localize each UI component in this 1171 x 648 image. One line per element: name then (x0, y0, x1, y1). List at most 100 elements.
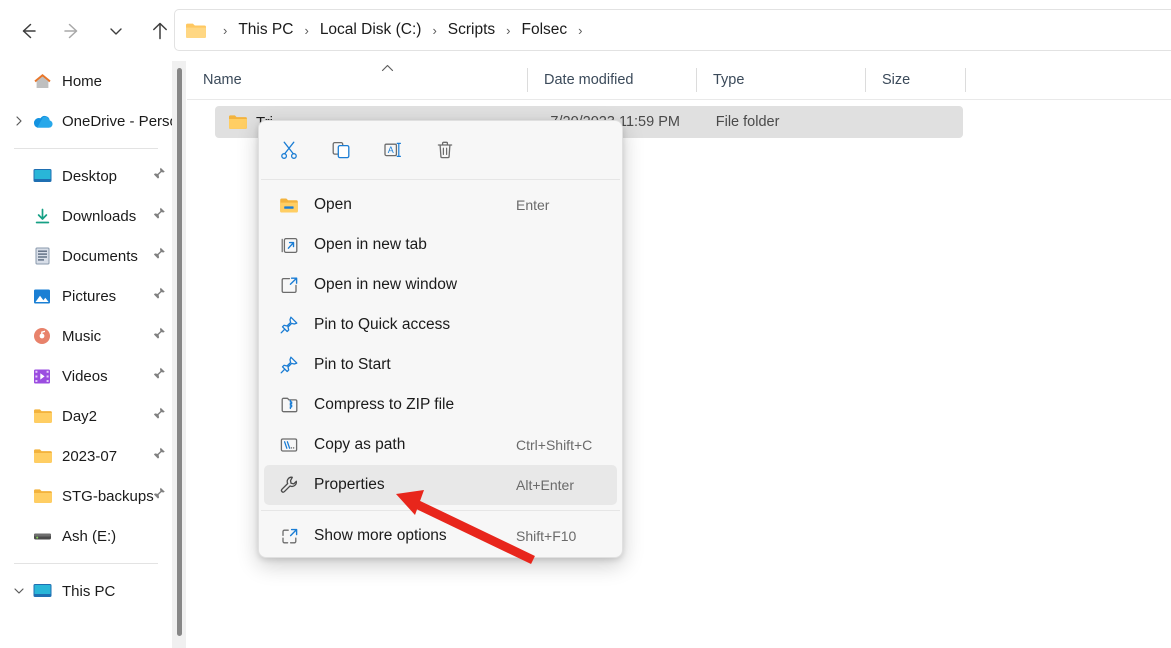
sidebar-item-downloads[interactable]: Downloads (0, 196, 172, 236)
sidebar-item-ash-e[interactable]: Ash (E:) (0, 516, 172, 556)
svg-text:A: A (388, 145, 394, 155)
drive-icon (30, 526, 54, 546)
wrench-icon (272, 475, 306, 495)
pin-icon[interactable] (152, 407, 166, 426)
menu-item-label: Pin to Start (314, 356, 391, 373)
breadcrumb-local-disk[interactable]: Local Disk (C:) (316, 18, 426, 42)
sidebar-item-label: Ash (E:) (62, 527, 117, 545)
open-new-window-icon (272, 276, 306, 295)
back-button[interactable] (6, 9, 50, 53)
menu-item-copy-as-path[interactable]: Copy as path Ctrl+Shift+C (264, 425, 617, 465)
pin-icon[interactable] (152, 367, 166, 386)
cut-button[interactable] (269, 132, 309, 168)
sidebar-item-documents[interactable]: Documents (0, 236, 172, 276)
menu-item-properties[interactable]: Properties Alt+Enter (264, 465, 617, 505)
copy-icon (332, 141, 350, 159)
pin-icon[interactable] (152, 447, 166, 466)
pin-icon[interactable] (152, 327, 166, 346)
zip-icon (272, 396, 306, 414)
pin-icon[interactable] (152, 247, 166, 266)
onedrive-cloud-icon (30, 111, 54, 131)
rename-button[interactable]: A (373, 132, 413, 168)
sidebar-item-pictures[interactable]: Pictures (0, 276, 172, 316)
breadcrumb-separator: › (304, 22, 309, 38)
menu-item-label: Show more options (314, 527, 447, 544)
menu-item-label: Copy as path (314, 436, 406, 453)
music-icon (30, 326, 54, 346)
menu-item-label: Pin to Quick access (314, 316, 451, 333)
column-headers: Name Date modified Type Size (187, 61, 1171, 99)
sidebar-item-label: Desktop (62, 167, 118, 185)
pin-icon[interactable] (152, 167, 166, 186)
column-header-name[interactable]: Name (187, 61, 528, 99)
address-bar[interactable]: › This PC › Local Disk (C:) › Scripts › … (174, 9, 1171, 51)
menu-item-open-in-new-tab[interactable]: Open in new tab (264, 225, 617, 265)
sidebar-scrollbar-thumb[interactable] (177, 68, 182, 636)
sidebar-divider (14, 148, 158, 149)
sidebar-item-label: This PC (62, 582, 116, 600)
column-header-date-modified[interactable]: Date modified (528, 61, 697, 99)
recent-locations-button[interactable] (94, 9, 138, 53)
breadcrumb-separator: › (506, 22, 511, 38)
menu-item-open[interactable]: Open Enter (264, 185, 617, 225)
home-icon (30, 71, 54, 91)
this-pc-icon (30, 581, 54, 601)
column-header-size[interactable]: Size (866, 61, 966, 99)
sidebar-item-home[interactable]: Home (0, 61, 172, 101)
sidebar-item-videos[interactable]: Videos (0, 356, 172, 396)
menu-item-shortcut: Enter (516, 197, 550, 213)
sidebar-item-label: Pictures (62, 287, 117, 305)
downloads-icon (30, 206, 54, 226)
sidebar-item-music[interactable]: Music (0, 316, 172, 356)
menu-item-label: Open in new window (314, 276, 458, 293)
sidebar-item-stg-backups[interactable]: STG-backups (0, 476, 172, 516)
folder-icon (30, 446, 54, 466)
pin-icon (272, 355, 306, 375)
sidebar-item-2023-07[interactable]: 2023-07 (0, 436, 172, 476)
trash-icon (437, 141, 453, 159)
up-arrow-icon (153, 22, 167, 39)
menu-item-pin-to-quick-access[interactable]: Pin to Quick access (264, 305, 617, 345)
sidebar-item-this-pc[interactable]: This PC (0, 571, 172, 611)
column-header-label: Date modified (544, 72, 634, 88)
pictures-icon (30, 286, 54, 306)
menu-item-pin-to-start[interactable]: Pin to Start (264, 345, 617, 385)
videos-icon (30, 366, 54, 386)
context-menu: A Open Enter Open in new tab Open in new… (258, 120, 623, 558)
breadcrumb-this-pc[interactable]: This PC (234, 18, 297, 42)
forward-arrow-icon (64, 23, 78, 38)
sidebar-item-label: STG-backups (62, 487, 154, 505)
column-header-label: Size (882, 72, 911, 88)
pin-icon[interactable] (152, 287, 166, 306)
copy-button[interactable] (321, 132, 361, 168)
menu-item-open-in-new-window[interactable]: Open in new window (264, 265, 617, 305)
sidebar-item-onedrive[interactable]: OneDrive - Perso (0, 101, 172, 141)
column-header-label: Name (203, 72, 242, 88)
column-header-label: Type (713, 72, 745, 88)
forward-button[interactable] (50, 9, 94, 53)
menu-item-label: Open in new tab (314, 236, 427, 253)
breadcrumb-separator: › (432, 22, 437, 38)
rename-icon: A (384, 142, 401, 157)
menu-item-shortcut: Alt+Enter (516, 477, 574, 493)
sidebar-item-label: Documents (62, 247, 138, 265)
chevron-down-icon[interactable] (8, 585, 30, 597)
menu-item-label: Open (314, 196, 352, 213)
chevron-down-icon (110, 27, 122, 35)
column-header-divider (187, 99, 1171, 100)
menu-item-show-more-options[interactable]: Show more options Shift+F10 (264, 516, 617, 556)
sidebar-item-desktop[interactable]: Desktop (0, 156, 172, 196)
pin-icon[interactable] (152, 207, 166, 226)
file-type: File folder (715, 114, 780, 130)
pin-icon[interactable] (152, 487, 166, 506)
sidebar-item-label: 2023-07 (62, 447, 118, 465)
menu-item-compress-to-zip[interactable]: Compress to ZIP file (264, 385, 617, 425)
delete-button[interactable] (425, 132, 465, 168)
breadcrumb-scripts[interactable]: Scripts (444, 18, 499, 42)
copy-path-icon (272, 436, 306, 454)
column-header-type[interactable]: Type (697, 61, 866, 99)
sidebar-item-day2[interactable]: Day2 (0, 396, 172, 436)
documents-icon (30, 246, 54, 266)
chevron-right-icon[interactable] (8, 115, 30, 127)
breadcrumb-folsec[interactable]: Folsec (518, 18, 572, 42)
